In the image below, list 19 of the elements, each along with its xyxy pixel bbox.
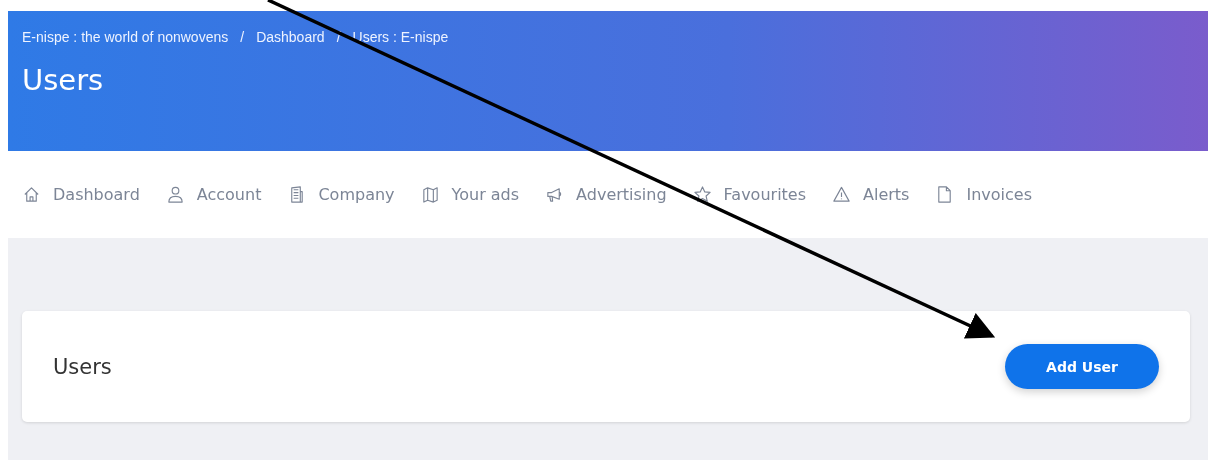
user-icon xyxy=(165,185,185,204)
breadcrumb-link[interactable]: E-nispe : the world of nonwovens xyxy=(22,29,229,45)
nav-link[interactable]: Account xyxy=(165,185,262,204)
nav-link[interactable]: Company xyxy=(287,185,395,204)
map-icon xyxy=(420,185,440,204)
nav-link[interactable]: Favourites xyxy=(692,185,807,204)
page-title: Users xyxy=(22,63,105,97)
nav-link[interactable]: Invoices xyxy=(935,185,1032,204)
nav-link[interactable]: Alerts xyxy=(832,185,910,204)
home-icon xyxy=(22,185,41,204)
star-icon xyxy=(692,185,712,204)
nav-link[interactable]: Advertising xyxy=(545,185,667,204)
breadcrumb-link[interactable]: Dashboard xyxy=(256,29,325,45)
add-user-button[interactable]: Add User xyxy=(1005,344,1159,389)
nav-link[interactable]: Your ads xyxy=(420,185,520,204)
warning-icon xyxy=(832,185,852,204)
breadcrumb-separator: / xyxy=(240,29,245,45)
card-title: Users xyxy=(53,354,112,379)
nav-link[interactable]: Dashboard xyxy=(22,185,140,204)
